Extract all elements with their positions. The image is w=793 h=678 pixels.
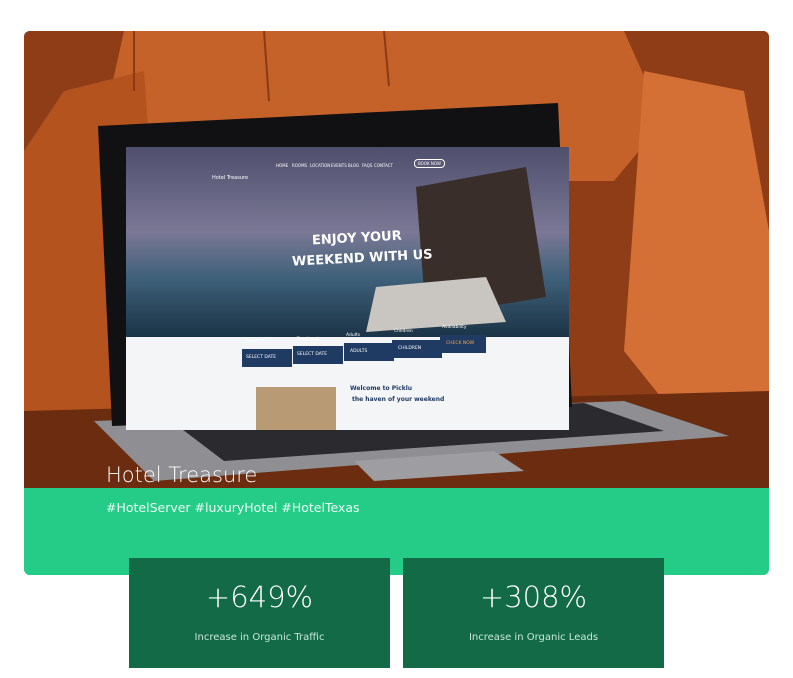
site-nav-blog: BLOG: [348, 163, 360, 168]
screen-background: [126, 147, 569, 430]
welcome-line-2: the haven of your weekend: [352, 396, 445, 403]
site-nav-faqs: FAQS: [362, 163, 373, 168]
laptop-screen: Hotel Treasure HOME ROOMS LOCATION EVENT…: [126, 147, 569, 430]
site-logo: Hotel Treasure: [212, 175, 249, 181]
stat-value: +649%: [205, 580, 314, 614]
booking-check-button: CHECK NOW: [440, 335, 486, 353]
project-tags: #HotelServer #luxuryHotel #HotelTexas: [106, 500, 360, 515]
site-nav-rooms: ROOMS: [292, 163, 308, 168]
booking-label-children: Children: [394, 329, 413, 334]
project-title: Hotel Treasure: [106, 463, 258, 487]
welcome-line-1: Welcome to Picklu: [350, 385, 413, 392]
site-nav-events: EVENTS: [331, 163, 347, 168]
stat-label: Increase in Organic Traffic: [194, 632, 325, 643]
site-nav-home: HOME: [276, 163, 289, 168]
booking-field-children: CHILDREN: [392, 340, 442, 358]
booking-field-checkin: SELECT DATE: [242, 349, 292, 367]
site-nav-contact: CONTACT: [374, 163, 393, 168]
booking-field-adults: ADULTS: [344, 343, 394, 361]
booking-label-adults: Adults: [346, 333, 361, 338]
booking-field-checkout: SELECT DATE: [293, 346, 343, 364]
stat-value: +308%: [479, 580, 588, 614]
booking-label-checkin: Check in: [246, 339, 266, 344]
stat-card-leads: +308% Increase in Organic Leads: [403, 558, 664, 668]
laptop-photo: Hotel Treasure HOME ROOMS LOCATION EVENT…: [24, 31, 769, 488]
project-card: Hotel Treasure HOME ROOMS LOCATION EVENT…: [24, 31, 769, 575]
booking-label-checkout: Check out: [296, 337, 319, 342]
stat-label: Increase in Organic Leads: [468, 632, 599, 643]
site-nav-location: LOCATION: [310, 163, 331, 168]
stat-card-traffic: +649% Increase in Organic Traffic: [129, 558, 390, 668]
site-book-button: BOOK NOW: [414, 159, 445, 168]
booking-label-availability: Availability: [442, 325, 467, 330]
